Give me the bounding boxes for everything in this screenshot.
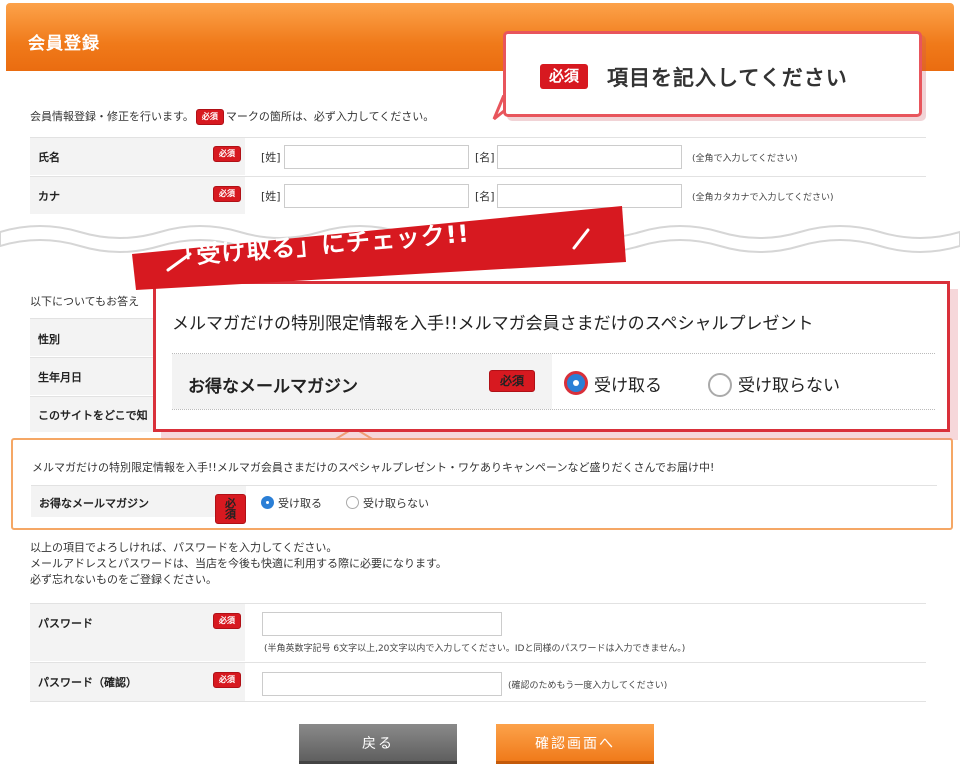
popup-decline-radio[interactable] (708, 373, 732, 397)
password-intro: 以上の項目でよろしければ、パスワードを入力してください。 メールアドレスとパスワ… (30, 540, 447, 588)
password-intro-line3: 必ず忘れないものをご登録ください。 (30, 573, 217, 586)
newsletter-decline-radio[interactable] (346, 496, 359, 509)
popup-receive-label[interactable]: 受け取る (594, 371, 662, 396)
popup-receive-radio[interactable] (564, 371, 588, 395)
name-label: 氏名 (38, 151, 60, 164)
popup-decline-label[interactable]: 受け取らない (738, 371, 840, 396)
popup-newsletter-label: お得なメールマガジン (188, 377, 358, 397)
password-confirm-row: パスワード（確認） 必須 (確認のためもう一度入力してください) (30, 662, 926, 702)
password-confirm-input[interactable] (262, 672, 502, 696)
form-intro: 会員情報登録・修正を行います。 必須 マークの箇所は、必ず入力してください。 (30, 108, 434, 125)
required-callout-text: 項目を記入してください (607, 66, 848, 90)
newsletter-label: お得なメールマガジン (39, 497, 149, 510)
first-name-tag: [名] (475, 151, 495, 164)
popup-newsletter-row: お得なメールマガジン 必須 受け取る 受け取らない (172, 353, 935, 410)
confirm-button[interactable]: 確認画面へ (496, 724, 654, 764)
required-callout: 必須 項目を記入してください (503, 31, 922, 117)
password-intro-line1: 以上の項目でよろしければ、パスワードを入力してください。 (30, 541, 338, 554)
required-badge: 必須 (195, 109, 224, 125)
required-badge: 必須 (213, 613, 241, 629)
password-row: パスワード 必須 (半角英数字記号 6文字以上,20文字以内で入力してください。… (30, 603, 926, 661)
newsletter-row: お得なメールマガジン 必須 受け取る 受け取らない (31, 485, 937, 524)
intro-text-before: 会員情報登録・修正を行います。 (30, 110, 194, 123)
newsletter-receive-label[interactable]: 受け取る (278, 495, 322, 511)
optional-intro: 以下についてもお答え (30, 295, 140, 308)
kana-hint: (全角カタカナで入力してください) (692, 193, 834, 203)
required-badge: 必須 (213, 146, 241, 162)
name-row: 氏名 必須 [姓] [名] (全角で入力してください) (30, 137, 926, 175)
gender-label: 性別 (38, 333, 60, 346)
popup-title: メルマガだけの特別限定情報を入手!!メルマガ会員さまだけのスペシャルプレゼント (172, 314, 814, 334)
newsletter-zoom-popup: メルマガだけの特別限定情報を入手!!メルマガ会員さまだけのスペシャルプレゼント … (153, 281, 950, 432)
newsletter-decline-label[interactable]: 受け取らない (363, 495, 429, 511)
required-badge: 必須 (540, 64, 589, 89)
kana-label: カナ (38, 190, 60, 203)
page-title: 会員登録 (28, 34, 100, 54)
password-intro-line2: メールアドレスとパスワードは、当店を今後も快適に利用する際に必要になります。 (30, 557, 447, 570)
required-badge: 必須 (489, 370, 536, 392)
name-hint: (全角で入力してください) (692, 154, 798, 164)
required-badge: 必須 (215, 494, 246, 524)
back-button[interactable]: 戻る (299, 724, 457, 764)
intro-text-after: マークの箇所は、必ず入力してください。 (225, 110, 435, 123)
newsletter-receive-radio[interactable] (261, 496, 274, 509)
first-name-input[interactable] (497, 145, 682, 169)
last-name-input[interactable] (284, 145, 469, 169)
required-badge: 必須 (213, 672, 241, 688)
password-confirm-hint: (確認のためもう一度入力してください) (508, 681, 668, 691)
newsletter-section: メルマガだけの特別限定情報を入手!!メルマガ会員さまだけのスペシャルプレゼント・… (11, 438, 953, 530)
password-confirm-label: パスワード（確認） (38, 676, 137, 689)
password-label: パスワード (38, 617, 93, 630)
password-input[interactable] (262, 612, 502, 636)
last-name-tag: [姓] (261, 151, 281, 164)
newsletter-description: メルマガだけの特別限定情報を入手!!メルマガ会員さまだけのスペシャルプレゼント・… (32, 461, 715, 474)
birthday-label: 生年月日 (38, 371, 82, 384)
referral-label: このサイトをどこで知 (38, 409, 148, 422)
password-hint: (半角英数字記号 6文字以上,20文字以内で入力してください。IDと同様のパスワ… (264, 644, 686, 654)
